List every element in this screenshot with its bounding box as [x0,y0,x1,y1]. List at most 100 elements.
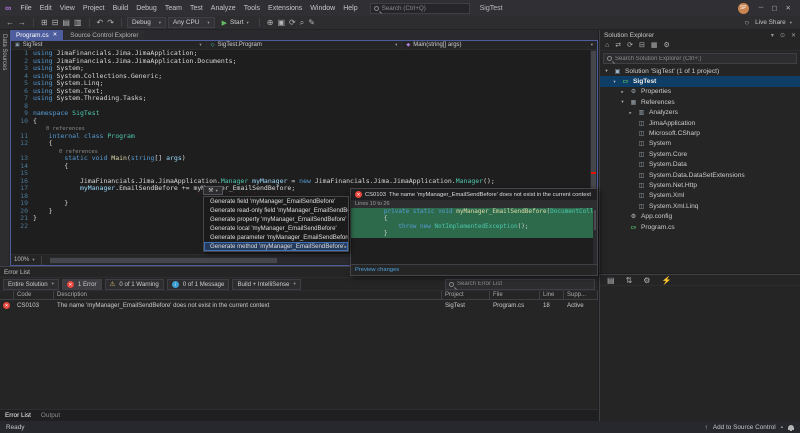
preview-scrollbar[interactable] [593,208,597,264]
live-share-label[interactable]: Live Share [755,19,786,26]
events-icon[interactable]: ⚡ [659,276,673,285]
edit-icon[interactable]: ✎ [306,18,317,28]
tree-item[interactable]: ▾C#SigTest [600,76,800,86]
chevron-down-icon[interactable]: ▾ [771,32,774,39]
menu-debug[interactable]: Debug [132,5,161,12]
open-file-icon[interactable]: ⊟ [50,18,61,27]
tree-item[interactable]: ◫System.Data [600,160,800,170]
avatar[interactable]: SP [738,3,749,14]
alphabetical-icon[interactable]: ⇅ [624,276,635,285]
platform-dropdown[interactable]: Any CPU▾ [168,17,215,28]
chevron-icon[interactable]: ▸ [627,110,634,116]
redo-icon[interactable]: ↷ [105,18,116,27]
close-icon[interactable]: ✕ [782,4,795,12]
member-dropdown[interactable]: ◆Main(string[] args)▾ [402,41,597,49]
menu-extensions[interactable]: Extensions [264,5,306,12]
pin-icon[interactable]: ⊙ [780,32,785,39]
errors-toggle[interactable]: ✕1 Error [62,279,102,290]
error-list-search-box[interactable] [445,279,595,290]
tree-item[interactable]: ◫System [600,139,800,149]
collapse-all-icon[interactable]: ⊟ [639,41,645,49]
chevron-icon[interactable]: ▾ [603,68,610,74]
preview-changes-link[interactable]: Preview changes [355,267,399,273]
panel-tab-error-list[interactable]: Error List [5,412,31,419]
tree-item[interactable]: ◫Microsoft.CSharp [600,128,800,138]
tree-item[interactable]: C#Program.cs [600,222,800,232]
add-to-source-control-button[interactable]: Add to Source Control [713,424,776,431]
menu-project[interactable]: Project [79,5,109,12]
data-sources-vertical-tab[interactable]: Data Sources [1,30,7,70]
refresh-icon[interactable]: ⟳ [627,41,633,49]
column-header[interactable]: Code [14,291,54,299]
properties-icon[interactable]: ⚙ [663,41,669,49]
editor-tab-source-control-explorer[interactable]: Source Control Explorer [64,30,144,40]
save-all-icon[interactable]: ▥ [72,18,84,27]
tree-item[interactable]: ⚙App.config [600,211,800,221]
find-icon[interactable]: ⌕ [298,18,306,28]
attach-icon[interactable]: ⊕ [265,18,276,28]
build-icon[interactable]: ▣ [275,18,287,28]
solution-search-input[interactable] [615,56,793,62]
tree-item[interactable]: ◫System.Core [600,149,800,159]
column-header[interactable]: Project [442,291,490,299]
panel-tab-output[interactable]: Output [41,412,60,419]
new-project-icon[interactable]: ⊞ [39,18,50,27]
menu-edit[interactable]: Edit [36,5,56,12]
scope-dropdown[interactable]: Entire Solution▾ [3,279,59,290]
switch-views-icon[interactable]: ⇄ [615,41,621,49]
minimize-icon[interactable]: ─ [755,4,768,12]
search-input[interactable] [382,5,466,12]
tree-item[interactable]: ◫System.Xml.Linq [600,201,800,211]
error-search-input[interactable] [457,281,591,287]
tree-item[interactable]: ▸⚙Properties [600,87,800,97]
menu-tools[interactable]: Tools [240,5,264,12]
menu-build[interactable]: Build [109,5,133,12]
menu-file[interactable]: File [16,5,35,12]
type-dropdown[interactable]: ◇SigTest.Program▾ [207,41,403,49]
column-header[interactable]: Supp... [564,291,598,299]
forward-icon[interactable]: → [16,18,28,27]
tree-item[interactable]: ◫System.Xml [600,191,800,201]
tree-item[interactable]: ▾▣Solution 'SigTest' (1 of 1 project) [600,66,800,76]
menu-help[interactable]: Help [339,5,361,12]
close-icon[interactable]: ✕ [791,32,796,39]
tree-item[interactable]: ◫System.Net.Http [600,180,800,190]
quick-action-item[interactable]: Generate method 'myManager_EmailSendBefo… [204,242,348,251]
editor-tab-program-cs[interactable]: Program.cs✕ [10,30,63,40]
project-dropdown[interactable]: ▣SigTest▾ [11,41,207,49]
error-row[interactable]: ✕CS0103The name 'myManager_EmailSendBefo… [0,300,598,310]
undo-icon[interactable]: ↶ [95,18,106,27]
tree-item[interactable]: ▸▥Analyzers [600,108,800,118]
start-debug-button[interactable]: ▶ Start ▾ [217,19,254,27]
quick-action-item[interactable]: Generate local 'myManager_EmailSendBefor… [204,224,348,233]
categorized-icon[interactable]: ▤ [605,276,617,285]
column-header[interactable]: File [490,291,540,299]
menu-analyze[interactable]: Analyze [207,5,240,12]
tree-item[interactable]: ▾▦References [600,97,800,107]
quick-action-item[interactable]: Generate parameter 'myManager_EmailSendB… [204,233,348,242]
column-header[interactable]: Line [540,291,564,299]
tree-item[interactable]: ◫JimaApplication [600,118,800,128]
show-all-files-icon[interactable]: ▦ [651,41,658,49]
notifications-bell-icon[interactable] [788,425,794,430]
save-icon[interactable]: ▤ [60,18,72,27]
tree-item[interactable]: ◫System.Data.DataSetExtensions [600,170,800,180]
refresh-icon[interactable]: ⟳ [287,18,298,28]
warnings-toggle[interactable]: ⚠0 of 1 Warning [105,279,164,290]
menu-team[interactable]: Team [161,5,186,12]
chevron-icon[interactable]: ▾ [611,79,618,85]
zoom-level[interactable]: 100% [14,257,29,263]
quick-action-item[interactable]: Generate property 'myManager_EmailSendBe… [204,215,348,224]
quick-search-box[interactable] [370,3,470,14]
quick-action-item[interactable]: Generate field 'myManager_EmailSendBefor… [204,197,348,206]
menu-view[interactable]: View [56,5,79,12]
maximize-icon[interactable]: ▢ [767,4,781,12]
configuration-dropdown[interactable]: Debug▾ [127,17,166,28]
quick-actions-button[interactable]: ⚒ ▾ [203,186,223,195]
chevron-icon[interactable]: ▸ [619,89,626,95]
solution-explorer-search-box[interactable] [603,53,797,64]
menu-window[interactable]: Window [306,5,339,12]
home-icon[interactable]: ⌂ [605,42,609,49]
column-header[interactable]: Description [54,291,442,299]
close-icon[interactable]: ✕ [53,32,58,38]
